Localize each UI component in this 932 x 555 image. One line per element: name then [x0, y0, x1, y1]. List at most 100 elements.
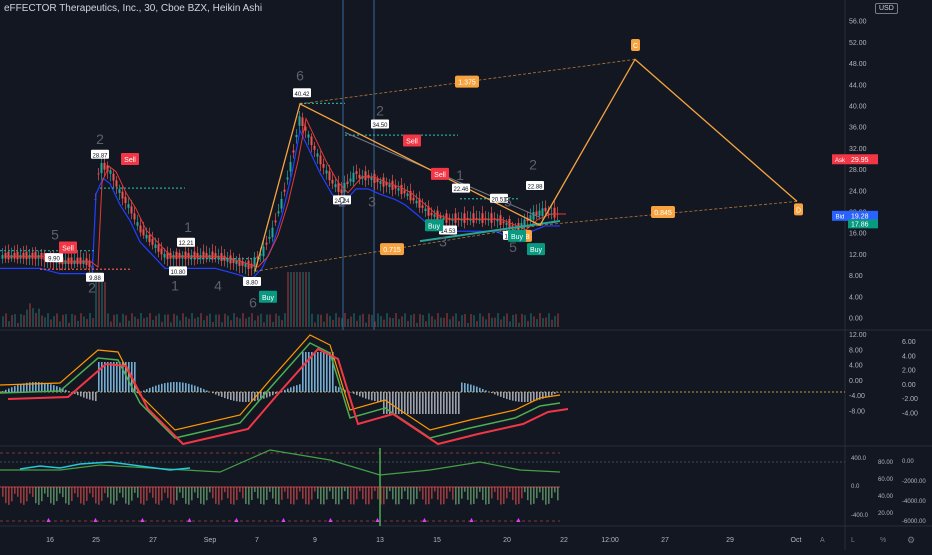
osc1-right-tick: 0.00	[902, 382, 916, 389]
osc1-histogram-bar	[218, 392, 220, 396]
osc1-histogram-bar	[452, 392, 454, 414]
volume-bar	[140, 313, 142, 327]
osc1-histogram-bar	[335, 386, 337, 392]
volume-bar	[224, 314, 226, 327]
settings-gear-icon[interactable]: ⚙	[907, 535, 915, 546]
osc2-histogram-bar	[74, 487, 76, 493]
signal-label: Sell	[62, 246, 74, 253]
volume-bar	[404, 313, 406, 327]
volume-bar	[392, 318, 394, 327]
osc2-histogram-bar	[401, 487, 403, 499]
price-label: 10.80	[170, 270, 186, 276]
osc2-histogram-bar	[524, 487, 526, 492]
osc2-left-tick: -400.0	[851, 513, 869, 519]
candle-body	[14, 253, 16, 259]
volume-bar	[98, 282, 100, 327]
volume-bar	[80, 313, 82, 327]
osc1-histogram-bar	[500, 392, 502, 397]
candle-body	[293, 150, 295, 152]
volume-bar	[68, 323, 70, 327]
candle-body	[443, 218, 445, 220]
candle-body	[146, 235, 148, 239]
osc2-mid-tick: 20.00	[878, 511, 894, 517]
osc1-histogram-bar	[83, 392, 85, 398]
volume-bar	[380, 316, 382, 327]
osc2-histogram-bar	[527, 487, 529, 500]
volume-bar	[368, 314, 370, 327]
osc2-histogram-bar	[365, 487, 367, 504]
volume-bar	[305, 272, 307, 327]
osc2-histogram-bar	[176, 487, 178, 500]
osc1-histogram-bar	[455, 392, 457, 414]
osc1-right-tick: -4.00	[902, 411, 918, 418]
log-scale-button[interactable]: L	[851, 537, 855, 544]
volume-bar	[62, 315, 64, 327]
osc1-histogram-bar	[152, 387, 154, 392]
candle-body	[542, 208, 544, 216]
osc2-histogram-bar	[542, 487, 544, 500]
osc2-histogram-bar	[407, 487, 409, 499]
osc2-histogram-bar	[179, 487, 181, 493]
volume-bar	[35, 313, 37, 327]
candle-body	[416, 201, 418, 203]
osc1-histogram-bar	[170, 382, 172, 392]
osc2-histogram-bar	[389, 487, 391, 491]
osc2-histogram-bar	[134, 487, 136, 493]
volume-bar	[11, 315, 13, 327]
osc1-histogram-bar	[464, 383, 466, 392]
osc1-histogram-bar	[194, 386, 196, 392]
wave-count: 5	[51, 227, 59, 243]
volume-bar	[470, 314, 472, 327]
candle-body	[353, 173, 355, 182]
bid-value: 19.28	[851, 213, 869, 220]
osc1-histogram-bar	[416, 392, 418, 414]
candle-body	[332, 180, 334, 184]
osc2-histogram-bar	[260, 487, 262, 504]
volume-bar	[218, 314, 220, 327]
volume-bar	[311, 314, 313, 327]
osc2-histogram-bar	[353, 487, 355, 504]
osc2-histogram-bar	[326, 487, 328, 500]
osc1-histogram-bar	[248, 392, 250, 402]
osc2-histogram-bar	[281, 487, 283, 500]
osc1-histogram-bar	[167, 383, 169, 392]
volume-bar	[521, 314, 523, 327]
candle-body	[350, 179, 352, 182]
currency-button[interactable]: USD	[875, 3, 898, 14]
auto-scale-button[interactable]: A	[820, 537, 825, 544]
price-label: 22.88	[527, 185, 543, 191]
osc1-histogram-bar	[329, 352, 331, 392]
price-tick: 52.00	[849, 40, 867, 47]
osc2-histogram-bar	[455, 487, 457, 504]
volume-bar	[524, 315, 526, 327]
osc2-histogram-bar	[503, 487, 505, 504]
volume-bar	[494, 318, 496, 327]
osc1-histogram-bar	[284, 390, 286, 392]
osc1-histogram-bar	[65, 390, 67, 392]
osc2-histogram-bar	[227, 487, 229, 498]
volume-bar	[14, 314, 16, 327]
osc1-histogram-bar	[98, 362, 100, 392]
candle-body	[299, 116, 301, 125]
osc2-histogram-bar	[212, 487, 214, 498]
chart-canvas[interactable]: 1.3750.7150.845CDB 9.909.8828.8712.2110.…	[0, 0, 932, 550]
candle-body	[431, 213, 433, 215]
candle-body	[122, 192, 124, 199]
osc2-histogram-bar	[95, 487, 97, 503]
candle-body	[317, 153, 319, 156]
volume-bar	[419, 314, 421, 327]
osc1-histogram-bar	[8, 388, 10, 392]
osc1-histogram-bar	[14, 386, 16, 392]
osc1-left-tick: 8.00	[849, 347, 863, 354]
osc1-histogram-bar	[188, 384, 190, 392]
pattern-point-label: C	[633, 43, 638, 50]
volume-bar	[77, 321, 79, 327]
osc2-histogram-bar	[449, 487, 451, 492]
volume-bar	[113, 315, 115, 327]
percent-scale-button[interactable]: %	[880, 537, 886, 544]
osc1-histogram-bar	[554, 392, 556, 394]
chart-stage[interactable]: 1.3750.7150.845CDB 9.909.8828.8712.2110.…	[0, 0, 932, 550]
volume-bar	[5, 313, 7, 327]
volume-bar	[176, 315, 178, 327]
osc2-histogram-bar	[182, 487, 184, 498]
